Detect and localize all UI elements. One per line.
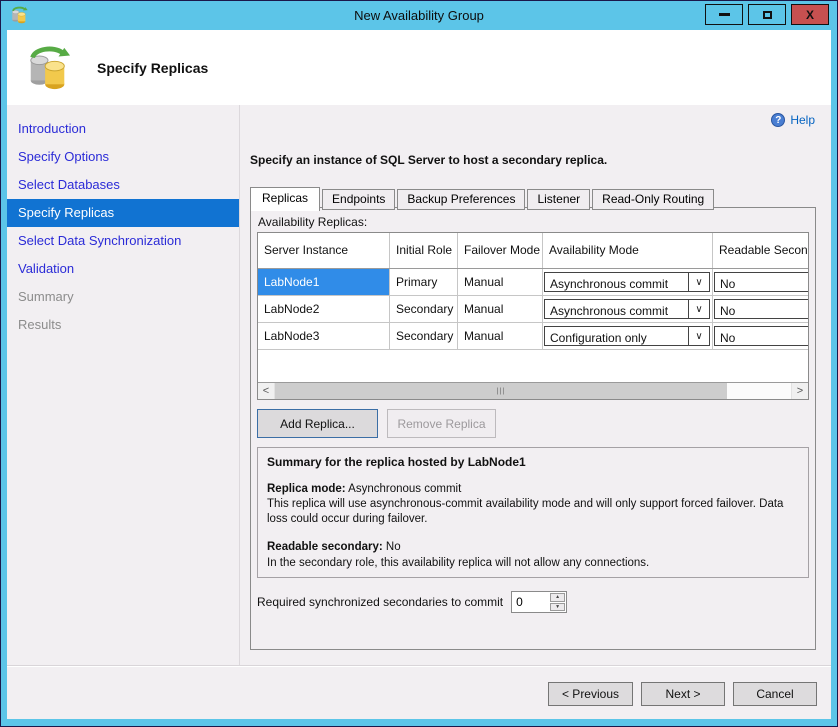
sidebar-item-select-databases[interactable]: Select Databases <box>7 171 239 199</box>
dropdown-value: Configuration only <box>545 327 688 345</box>
column-header-initial-role: Initial Role <box>390 233 458 268</box>
scroll-left-icon[interactable]: < <box>258 383 275 399</box>
replica-mode-value: Asynchronous commit <box>346 483 462 495</box>
chevron-down-icon: ∨ <box>688 327 709 345</box>
sidebar-item-results: Results <box>7 311 239 339</box>
cell-readable-secondary: No <box>713 296 809 322</box>
column-header-availability-mode: Availability Mode <box>543 233 713 268</box>
maximize-button[interactable] <box>748 4 786 25</box>
cell-initial-role[interactable]: Secondary <box>390 296 458 322</box>
availability-mode-dropdown[interactable]: Asynchronous commit ∨ <box>544 272 710 292</box>
horizontal-scrollbar: < ||| > <box>258 382 808 399</box>
dropdown-value: Asynchronous commit <box>545 300 688 318</box>
tab-backup-preferences[interactable]: Backup Preferences <box>397 189 525 210</box>
availability-replicas-label: Availability Replicas: <box>257 213 809 232</box>
scrollbar-track[interactable]: ||| <box>275 383 791 399</box>
scroll-right-icon[interactable]: > <box>791 383 808 399</box>
column-header-failover-mode: Failover Mode <box>458 233 543 268</box>
readable-secondary-dropdown[interactable]: No <box>714 326 809 346</box>
add-replica-button[interactable]: Add Replica... <box>257 409 378 438</box>
readable-secondary-label: Readable secondary: <box>267 541 383 553</box>
wizard-step-sidebar: Introduction Specify Options Select Data… <box>7 105 240 665</box>
remove-replica-button: Remove Replica <box>387 409 496 438</box>
help-link[interactable]: ? Help <box>771 113 815 127</box>
tab-replicas[interactable]: Replicas <box>250 187 320 211</box>
cell-server-instance[interactable]: LabNode3 <box>258 323 390 349</box>
dialog-client-area: Specify Replicas Introduction Specify Op… <box>7 30 831 719</box>
cell-initial-role[interactable]: Primary <box>390 269 458 295</box>
cell-readable-secondary: No <box>713 269 809 295</box>
availability-mode-dropdown[interactable]: Configuration only ∨ <box>544 326 710 346</box>
tab-endpoints[interactable]: Endpoints <box>322 189 395 210</box>
replica-mode-line: Replica mode: Asynchronous commit <box>267 482 799 497</box>
table-row: LabNode2 Secondary Manual Asynchronous c… <box>258 296 809 323</box>
sidebar-item-summary: Summary <box>7 283 239 311</box>
readable-secondary-dropdown[interactable]: No <box>714 272 809 292</box>
new-availability-group-window: New Availability Group X Specify Replica… <box>0 0 838 727</box>
cancel-button[interactable]: Cancel <box>733 682 817 706</box>
scrollbar-thumb[interactable]: ||| <box>275 383 727 399</box>
dropdown-value: Asynchronous commit <box>545 273 688 291</box>
minimize-icon <box>719 13 730 16</box>
chevron-down-icon: ∨ <box>688 273 709 291</box>
cell-failover-mode[interactable]: Manual <box>458 269 543 295</box>
cell-failover-mode[interactable]: Manual <box>458 296 543 322</box>
cell-server-instance[interactable]: LabNode2 <box>258 296 390 322</box>
required-secondaries-input[interactable] <box>512 592 549 612</box>
maximize-icon <box>763 11 772 19</box>
spinner-down-icon[interactable]: ▼ <box>550 603 565 612</box>
cell-server-instance[interactable]: LabNode1 <box>258 269 390 295</box>
cell-readable-secondary: No <box>713 323 809 349</box>
page-caption: Specify an instance of SQL Server to hos… <box>250 153 607 167</box>
required-secondaries-spinner: ▲ ▼ <box>511 591 567 613</box>
readable-secondary-description: In the secondary role, this availability… <box>267 556 799 571</box>
sidebar-item-validation[interactable]: Validation <box>7 255 239 283</box>
availability-mode-dropdown[interactable]: Asynchronous commit ∨ <box>544 299 710 319</box>
tab-listener[interactable]: Listener <box>527 189 590 210</box>
cell-availability-mode: Asynchronous commit ∨ <box>543 269 713 295</box>
sidebar-item-introduction[interactable]: Introduction <box>7 115 239 143</box>
replica-summary-box: Summary for the replica hosted by LabNod… <box>257 447 809 578</box>
previous-button[interactable]: < Previous <box>548 682 633 706</box>
sidebar-item-select-data-synchronization[interactable]: Select Data Synchronization <box>7 227 239 255</box>
replica-mode-description: This replica will use asynchronous-commi… <box>267 497 799 527</box>
page-title: Specify Replicas <box>97 60 208 76</box>
readable-secondary-line: Readable secondary: No <box>267 540 799 555</box>
cell-availability-mode: Asynchronous commit ∨ <box>543 296 713 322</box>
titlebar[interactable]: New Availability Group X <box>0 0 838 30</box>
chevron-down-icon: ∨ <box>688 300 709 318</box>
required-secondaries-label: Required synchronized secondaries to com… <box>257 595 503 609</box>
column-header-server-instance: Server Instance <box>258 233 390 268</box>
table-row: LabNode1 Primary Manual Asynchronous com… <box>258 269 809 296</box>
replica-database-icon <box>25 45 71 91</box>
help-label: Help <box>790 113 815 127</box>
wizard-footer: < Previous Next > Cancel <box>7 665 831 719</box>
wizard-header: Specify Replicas <box>7 30 831 105</box>
next-button[interactable]: Next > <box>641 682 725 706</box>
main-content: ? Help Specify an instance of SQL Server… <box>240 105 831 665</box>
summary-title: Summary for the replica hosted by LabNod… <box>267 455 799 471</box>
tab-read-only-routing[interactable]: Read-Only Routing <box>592 189 714 210</box>
required-secondaries-row: Required synchronized secondaries to com… <box>257 591 809 613</box>
sidebar-item-specify-replicas[interactable]: Specify Replicas <box>7 199 239 227</box>
cell-availability-mode: Configuration only ∨ <box>543 323 713 349</box>
availability-replicas-grid: Server Instance Initial Role Failover Mo… <box>257 232 809 400</box>
minimize-button[interactable] <box>705 4 743 25</box>
close-button[interactable]: X <box>791 4 829 25</box>
sidebar-item-specify-options[interactable]: Specify Options <box>7 143 239 171</box>
table-row: LabNode3 Secondary Manual Configuration … <box>258 323 809 350</box>
replica-mode-label: Replica mode: <box>267 483 346 495</box>
column-header-readable-secondary: Readable Secondary <box>713 233 809 268</box>
cell-failover-mode[interactable]: Manual <box>458 323 543 349</box>
replicas-tab-panel: Availability Replicas: Server Instance I… <box>250 207 816 650</box>
readable-secondary-dropdown[interactable]: No <box>714 299 809 319</box>
help-icon: ? <box>771 113 785 127</box>
grid-header-row: Server Instance Initial Role Failover Mo… <box>258 233 809 269</box>
spinner-up-icon[interactable]: ▲ <box>550 593 565 602</box>
tab-strip: Replicas Endpoints Backup Preferences Li… <box>250 187 716 210</box>
close-icon: X <box>806 9 814 21</box>
cell-initial-role[interactable]: Secondary <box>390 323 458 349</box>
readable-secondary-value: No <box>383 541 401 553</box>
